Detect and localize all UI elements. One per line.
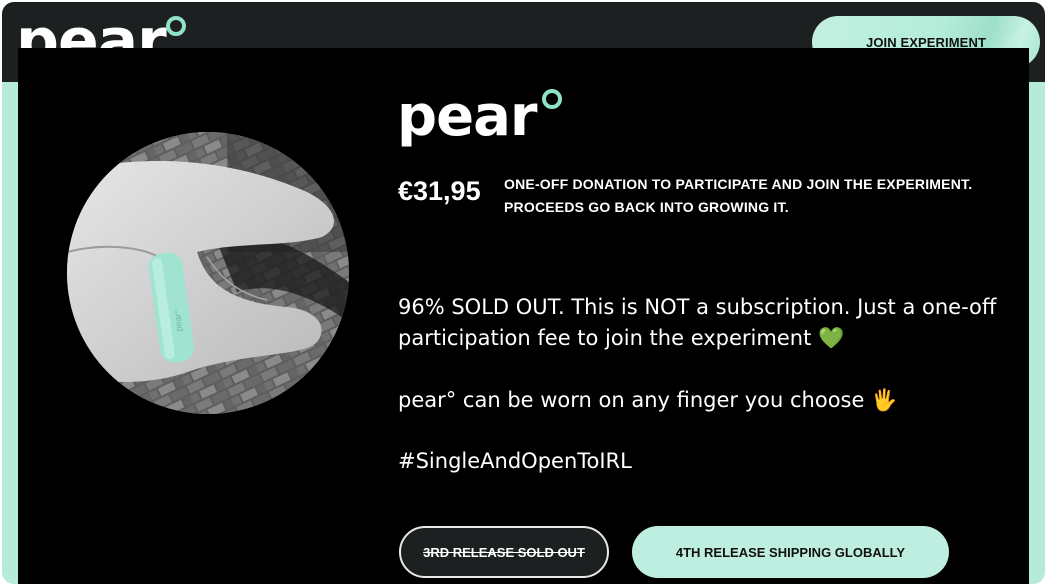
hand-with-ring-image: pear° — [67, 132, 349, 414]
logo-ring-icon — [166, 16, 186, 36]
page-frame: pear JOIN EXPERIMENT pear° pear €31,95 O… — [2, 2, 1045, 584]
third-release-sold-out-button[interactable]: 3RD RELEASE SOLD OUT — [399, 526, 609, 578]
product-description: 96% SOLD OUT. This is NOT a subscription… — [398, 295, 997, 350]
svg-text:pear°: pear° — [173, 309, 184, 332]
product-fit-note: pear° can be worn on any finger you choo… — [398, 388, 898, 412]
product-logo-text: pear — [397, 84, 537, 149]
fourth-release-shipping-button[interactable]: 4TH RELEASE SHIPPING GLOBALLY — [632, 526, 949, 578]
logo-ring-icon — [542, 89, 562, 109]
product-hashtag: #SingleAndOpenToIRL — [398, 449, 632, 473]
product-price: €31,95 — [398, 176, 481, 206]
price-note: ONE-OFF DONATION TO PARTICIPATE AND JOIN… — [504, 176, 973, 215]
product-section: pear° pear €31,95 ONE-OFF DONATION TO PA… — [18, 48, 1029, 584]
product-image: pear° — [67, 132, 349, 414]
product-logo: pear — [397, 84, 562, 150]
